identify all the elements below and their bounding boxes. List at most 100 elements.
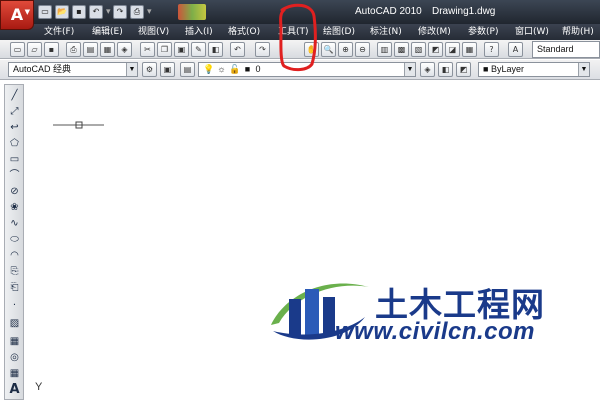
new-icon[interactable]: ▭	[10, 42, 25, 57]
revision-cloud-icon[interactable]: ❀	[7, 201, 22, 215]
pan-icon[interactable]: ✋	[304, 42, 319, 57]
redo-icon[interactable]: ↷	[113, 5, 127, 19]
ucs-y-axis-label: Y	[35, 381, 43, 393]
qat-customize-icon[interactable]: ▾	[147, 5, 152, 21]
plot-icon[interactable]: ⎙	[130, 5, 144, 19]
dropdown-arrow-icon[interactable]: ▾	[106, 5, 111, 21]
drawing-area[interactable]	[25, 81, 600, 400]
menu-insert[interactable]: 插入(I)	[185, 24, 213, 40]
open-icon[interactable]: ▱	[27, 42, 42, 57]
plot-icon[interactable]: ⎙	[66, 42, 81, 57]
block-editor-icon[interactable]: ◧	[208, 42, 223, 57]
save-icon[interactable]: ▪	[72, 5, 86, 19]
table-icon[interactable]: ▦	[7, 367, 22, 381]
chevron-down-icon: ▼	[24, 8, 30, 16]
workspace-select[interactable]: AutoCAD 经典 ▼	[8, 62, 138, 77]
point-icon[interactable]: ·	[7, 299, 22, 313]
make-current-layer-icon[interactable]: ◈	[420, 62, 435, 77]
color-swatch-icon: ■	[483, 64, 491, 74]
document-title: Drawing1.dwg	[432, 6, 496, 17]
crosshair-cursor	[53, 121, 104, 129]
save-icon[interactable]: ▪	[44, 42, 59, 57]
help-icon[interactable]: ?	[484, 42, 499, 57]
new-icon[interactable]: ▭	[38, 5, 52, 19]
layer-properties-icon[interactable]: ▤	[180, 62, 195, 77]
cut-icon[interactable]: ✂	[140, 42, 155, 57]
layer-select[interactable]: 💡 ☼ 🔓 ■ 0 ▼	[198, 62, 416, 77]
polygon-icon[interactable]: ⬠	[7, 137, 22, 151]
menu-view[interactable]: 视图(V)	[138, 24, 169, 40]
gradient-icon[interactable]: ▦	[7, 335, 22, 349]
lightbulb-icon: 💡	[203, 64, 215, 74]
redo-icon[interactable]: ↷	[255, 42, 270, 57]
make-block-icon[interactable]: ⎗	[7, 281, 22, 295]
polyline-icon[interactable]: ↩	[7, 121, 22, 135]
menu-modify[interactable]: 修改(M)	[418, 24, 451, 40]
color-swatch-icon: ■	[244, 64, 251, 74]
menu-dimension[interactable]: 标注(N)	[370, 24, 402, 40]
layer-value: 0	[255, 64, 261, 74]
markup-icon[interactable]: ◪	[445, 42, 460, 57]
standard-toolbar: ▭ ▱ ▪ ⎙ ▤ ▦ ◈ ✂ ❐ ▣ ✎ ◧ ↶ ↷ ✋ 🔍 ⊕ ⊖ ▥ ▩ …	[0, 40, 600, 59]
menu-file[interactable]: 文件(F)	[44, 24, 74, 40]
undo-icon[interactable]: ↶	[89, 5, 103, 19]
spline-icon[interactable]: ∿	[7, 217, 22, 231]
design-center-icon[interactable]: ▩	[394, 42, 409, 57]
quick-access-toolbar: ▭ 📂 ▪ ↶ ▾ ↷ ⎙ ▾	[38, 5, 152, 21]
zoom-window-icon[interactable]: ⊕	[338, 42, 353, 57]
zoom-realtime-icon[interactable]: 🔍	[321, 42, 336, 57]
plot-preview-icon[interactable]: ▤	[83, 42, 98, 57]
tool-palettes-icon[interactable]: ▧	[411, 42, 426, 57]
construction-line-icon[interactable]: ⤢	[7, 105, 22, 119]
line-icon[interactable]: ╱	[7, 89, 22, 103]
color-value: ByLayer	[490, 64, 524, 74]
open-icon[interactable]: 📂	[55, 5, 69, 19]
insert-block-icon[interactable]: ⎘	[7, 265, 22, 279]
text-style-icon[interactable]: A	[508, 42, 523, 57]
copy-icon[interactable]: ❐	[157, 42, 172, 57]
menu-help[interactable]: 帮助(H)	[562, 24, 594, 40]
layers-toolbar: AutoCAD 经典 ▼ ⚙ ▣ ▤ 💡 ☼ 🔓 ■ 0 ▼ ◈ ◧ ◩ ■ B…	[0, 60, 600, 80]
title-bar: A ▼ ▭ 📂 ▪ ↶ ▾ ↷ ⎙ ▾ AutoCAD 2010 Drawing…	[0, 0, 600, 30]
text-style-value: Standard	[537, 44, 574, 54]
undo-icon[interactable]: ↶	[230, 42, 245, 57]
ellipse-arc-icon[interactable]: ◠	[7, 249, 22, 263]
text-style-select[interactable]: Standard	[532, 41, 600, 58]
sheet-set-icon[interactable]: ◩	[428, 42, 443, 57]
rectangle-icon[interactable]: ▭	[7, 153, 22, 167]
match-properties-icon[interactable]: ✎	[191, 42, 206, 57]
zoom-previous-icon[interactable]: ⊖	[355, 42, 370, 57]
workspace-value: AutoCAD 经典	[13, 64, 72, 74]
autocad-logo-icon: A	[10, 5, 24, 24]
region-icon[interactable]: ◎	[7, 351, 22, 365]
chevron-down-icon: ▼	[578, 63, 589, 76]
application-menu-button[interactable]: A ▼	[0, 0, 34, 30]
menu-edit[interactable]: 编辑(E)	[92, 24, 123, 40]
arc-icon[interactable]: ⌒	[7, 169, 22, 183]
ellipse-icon[interactable]: ⬭	[7, 233, 22, 247]
app-title: AutoCAD 2010	[355, 6, 422, 17]
watermark-url: www.civilcn.com	[335, 318, 536, 345]
menu-parametric[interactable]: 参数(P)	[468, 24, 498, 40]
workspace-settings-icon[interactable]: ⚙	[142, 62, 157, 77]
menu-tools[interactable]: 工具(T)	[278, 24, 309, 40]
chevron-down-icon: ▼	[126, 63, 137, 76]
menu-window[interactable]: 窗口(W)	[515, 24, 549, 40]
3d-dwf-icon[interactable]: ◈	[117, 42, 132, 57]
layer-state-icon[interactable]: ◩	[456, 62, 471, 77]
circle-icon[interactable]: ⊘	[7, 185, 22, 199]
properties-icon[interactable]: ▥	[377, 42, 392, 57]
menu-draw[interactable]: 绘图(D)	[323, 24, 355, 40]
hatch-icon[interactable]: ▨	[7, 317, 22, 331]
menu-bar: 文件(F) 编辑(E) 视图(V) 插入(I) 格式(O) 工具(T) 绘图(D…	[0, 24, 600, 40]
publish-icon[interactable]: ▦	[100, 42, 115, 57]
layer-previous-icon[interactable]: ◧	[438, 62, 453, 77]
workspace-save-icon[interactable]: ▣	[160, 62, 175, 77]
color-select[interactable]: ■ ByLayer ▼	[478, 62, 590, 77]
paste-icon[interactable]: ▣	[174, 42, 189, 57]
chevron-down-icon: ▼	[404, 63, 415, 76]
drawing-svg	[53, 121, 104, 129]
multiline-text-icon[interactable]: A	[7, 383, 22, 397]
quickcalc-icon[interactable]: ▦	[462, 42, 477, 57]
menu-format[interactable]: 格式(O)	[228, 24, 260, 40]
